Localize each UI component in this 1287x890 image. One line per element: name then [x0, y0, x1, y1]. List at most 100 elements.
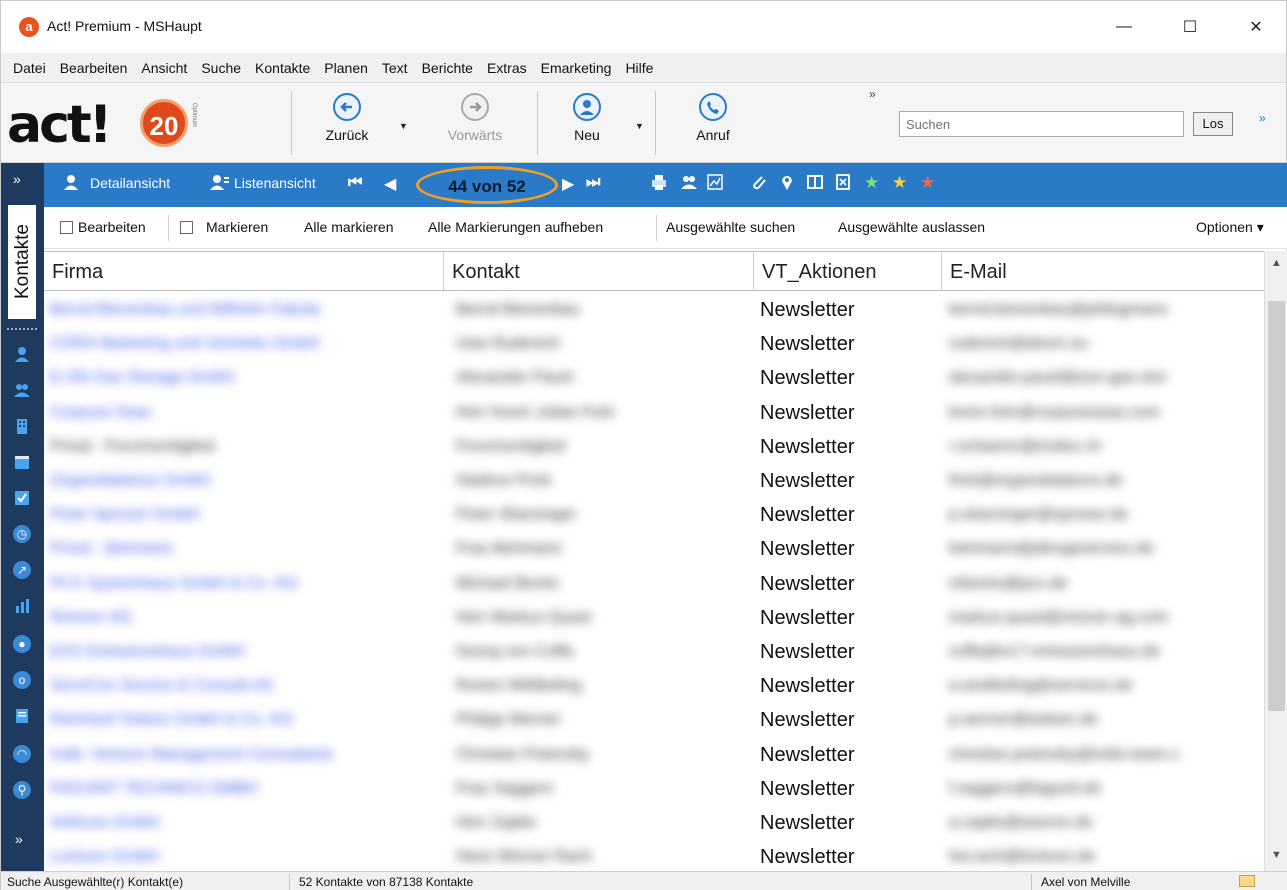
- options-menu[interactable]: Optionen ▾: [1196, 219, 1264, 236]
- menu-planen[interactable]: Planen: [324, 60, 368, 76]
- cell-firma[interactable]: Reisner AG: [50, 601, 442, 635]
- cell-firma[interactable]: Bernd Bienenbau und Wilhelm Fabula: [50, 293, 442, 327]
- new-dropdown-icon[interactable]: ▼: [635, 121, 644, 131]
- previous-record-icon[interactable]: ◀: [384, 174, 396, 194]
- toolbar-more-icon[interactable]: »: [1259, 111, 1266, 125]
- table-row[interactable]: Privat - Forumsmitglied Forumsmitglied New…: [44, 430, 1264, 464]
- table-row[interactable]: Arbhuss GmbH Herr Zapke Newsletter a.zapke@…: [44, 806, 1264, 840]
- back-dropdown-icon[interactable]: ▼: [399, 121, 408, 131]
- mail-notification-icon[interactable]: [1239, 875, 1255, 887]
- nav-tab-kontakte[interactable]: Kontakte: [6, 203, 38, 321]
- last-record-icon[interactable]: ⏭: [586, 174, 600, 192]
- table-row[interactable]: EXX Emissionshaus GmbH Georg von Coffa New…: [44, 635, 1264, 669]
- mark-label[interactable]: Markieren: [206, 219, 268, 235]
- table-row[interactable]: FAGUNIT TECHNICS GMBH Frau Saggers Newslet…: [44, 772, 1264, 806]
- cell-firma[interactable]: Arbhuss GmbH: [50, 806, 442, 840]
- menu-extras[interactable]: Extras: [487, 60, 527, 76]
- toolbar-overflow-icon[interactable]: »: [869, 87, 876, 101]
- menu-berichte[interactable]: Berichte: [422, 60, 473, 76]
- expand-nav-icon[interactable]: »: [13, 171, 21, 187]
- info-icon[interactable]: ●: [13, 635, 31, 653]
- detail-view-button[interactable]: Detailansicht: [90, 175, 170, 191]
- scroll-thumb[interactable]: [1268, 301, 1285, 711]
- cell-firma[interactable]: EXX Emissionshaus GmbH: [50, 635, 442, 669]
- search-go-button[interactable]: Los: [1193, 112, 1233, 136]
- maximize-button[interactable]: ☐: [1167, 9, 1213, 45]
- edit-label[interactable]: Bearbeiten: [78, 219, 146, 235]
- scroll-down-icon[interactable]: ▼: [1271, 849, 1282, 861]
- back-button[interactable]: Zurück: [307, 89, 387, 157]
- cell-firma[interactable]: Reinhard Tedsen GmbH & Co. KG: [50, 703, 442, 737]
- column-header-kontakt[interactable]: Kontakt: [444, 252, 754, 290]
- red-star-icon[interactable]: ★: [920, 173, 935, 193]
- cell-firma[interactable]: E.ON Gas Storage GmbH: [50, 361, 442, 395]
- nav-grip[interactable]: [7, 328, 37, 331]
- cell-firma[interactable]: ServiCon Service & Consult eG: [50, 669, 442, 703]
- vertical-scrollbar[interactable]: ▲ ▼: [1264, 251, 1287, 871]
- menu-hilfe[interactable]: Hilfe: [625, 60, 653, 76]
- list-view-button[interactable]: Listenansicht: [234, 175, 316, 191]
- table-row[interactable]: ServiCon Service & Consult eG Ronen Wildb…: [44, 669, 1264, 703]
- cell-firma[interactable]: Lontuon GmbH: [50, 840, 442, 871]
- table-row[interactable]: PCX Systemhaus GmbH & Co. KG Michael Beck…: [44, 567, 1264, 601]
- print-icon[interactable]: [650, 173, 668, 196]
- cell-firma[interactable]: CORA Marketing und Vertriebs GmbH: [50, 327, 442, 361]
- table-row[interactable]: Indiv. Venture Management Consultants Chr…: [44, 738, 1264, 772]
- attachment-icon[interactable]: [750, 173, 768, 196]
- cell-firma[interactable]: Privat - Forumsmitglied: [50, 430, 442, 464]
- more-nav-icon[interactable]: »: [15, 831, 23, 847]
- table-row[interactable]: Organobalance GmbH Haidrun Frick Newslette…: [44, 464, 1264, 498]
- table-row[interactable]: Reisner AG Herr Markus Quast Newsletter mar…: [44, 601, 1264, 635]
- new-button[interactable]: Neu: [547, 89, 627, 157]
- menu-kontakte[interactable]: Kontakte: [255, 60, 310, 76]
- search-input[interactable]: [899, 111, 1184, 137]
- green-star-icon[interactable]: ★: [864, 173, 879, 193]
- gauge-icon[interactable]: ◠: [13, 745, 31, 763]
- report-icon[interactable]: [11, 595, 33, 617]
- columns-icon[interactable]: [806, 173, 824, 196]
- table-row[interactable]: Peter Sproser GmbH Peter Sbarzinger Newsle…: [44, 498, 1264, 532]
- cell-firma[interactable]: Corpuse Seas: [50, 396, 442, 430]
- cell-firma[interactable]: Organobalance GmbH: [50, 464, 442, 498]
- excel-export-icon[interactable]: [834, 173, 852, 196]
- document-icon[interactable]: [11, 705, 33, 727]
- menu-text[interactable]: Text: [382, 60, 408, 76]
- cell-firma[interactable]: FAGUNIT TECHNICS GMBH: [50, 772, 442, 806]
- opportunity-icon[interactable]: ◷: [13, 525, 31, 543]
- forward-button[interactable]: Vorwärts: [435, 89, 515, 157]
- edit-checkbox[interactable]: [60, 221, 73, 234]
- calendar-icon[interactable]: [11, 451, 33, 473]
- next-record-icon[interactable]: ▶: [562, 174, 574, 194]
- menu-emarketing[interactable]: Emarketing: [541, 60, 612, 76]
- outlook-icon[interactable]: o: [13, 671, 31, 689]
- map-pin-icon[interactable]: [778, 173, 796, 196]
- minimize-button[interactable]: —: [1101, 9, 1147, 45]
- cell-firma[interactable]: PCX Systemhaus GmbH & Co. KG: [50, 567, 442, 601]
- mark-all-button[interactable]: Alle markieren: [304, 219, 393, 235]
- find-selected-button[interactable]: Ausgewählte suchen: [666, 219, 795, 235]
- contact-icon[interactable]: [11, 343, 33, 365]
- menu-suche[interactable]: Suche: [201, 60, 241, 76]
- call-button[interactable]: Anruf: [673, 89, 753, 157]
- column-header-vt-aktionen[interactable]: VT_Aktionen: [754, 252, 942, 290]
- column-header-email[interactable]: E-Mail: [942, 252, 1264, 290]
- task-icon[interactable]: [11, 487, 33, 509]
- search-icon[interactable]: ⚲: [13, 781, 31, 799]
- mark-checkbox[interactable]: [180, 221, 193, 234]
- cell-firma[interactable]: Privat - Behmann: [50, 532, 442, 566]
- omit-selected-button[interactable]: Ausgewählte auslassen: [838, 219, 985, 235]
- table-row[interactable]: Bernd Bienenbau und Wilhelm Fabula Bernd …: [44, 293, 1264, 327]
- company-icon[interactable]: [11, 415, 33, 437]
- group-icon[interactable]: [11, 379, 33, 401]
- table-row[interactable]: CORA Marketing und Vertriebs GmbH Uwe Rud…: [44, 327, 1264, 361]
- scroll-up-icon[interactable]: ▲: [1271, 257, 1282, 269]
- table-row[interactable]: Corpuse Seas Herr Kevin Julian Fuhr Newsle…: [44, 396, 1264, 430]
- contacts-group-icon[interactable]: [680, 173, 698, 196]
- dashboard-icon[interactable]: ↗: [13, 561, 31, 579]
- column-header-firma[interactable]: Firma: [44, 252, 444, 290]
- menu-datei[interactable]: Datei: [13, 60, 46, 76]
- yellow-star-icon[interactable]: ★: [892, 173, 907, 193]
- table-row[interactable]: Privat - Behmann Frau Behmann Newsletter be…: [44, 532, 1264, 566]
- table-row[interactable]: Lontuon GmbH Hans Werner Rach Newsletter hw…: [44, 840, 1264, 871]
- table-row[interactable]: E.ON Gas Storage GmbH Alexander Pavel News…: [44, 361, 1264, 395]
